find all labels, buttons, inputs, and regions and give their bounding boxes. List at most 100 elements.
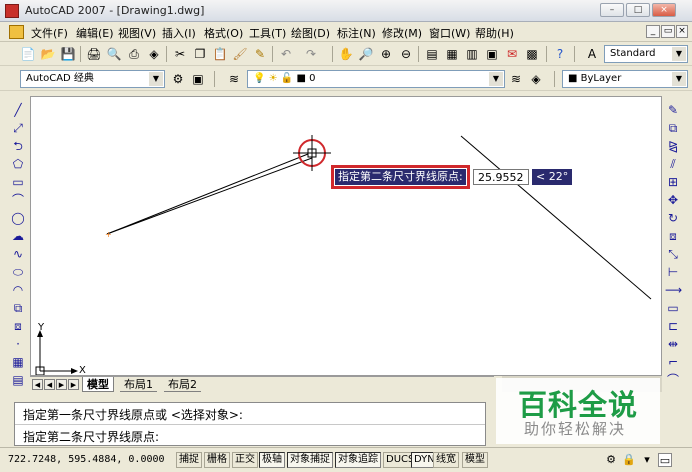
otrack-toggle[interactable]: 对象追踪	[335, 452, 381, 468]
break-icon[interactable]: ⊏	[665, 318, 681, 334]
tab-layout2[interactable]: 布局2	[164, 377, 201, 392]
save-icon[interactable]: 💾	[60, 46, 76, 62]
new-file-icon[interactable]: 📄	[20, 46, 36, 62]
model-space-toggle[interactable]: 模型	[462, 452, 488, 468]
array-icon[interactable]: ⊞	[665, 174, 681, 190]
polygon-icon[interactable]: ⬠	[10, 156, 26, 172]
layer-select[interactable]: 💡 ☀ 🔓 ■ 0 ▼	[247, 70, 505, 88]
communication-center-icon[interactable]: ⚙	[604, 453, 618, 467]
design-center-icon[interactable]: ▦	[444, 46, 460, 62]
cut-icon[interactable]: ✂	[172, 46, 188, 62]
color-select[interactable]: ■ ByLayer ▼	[562, 70, 688, 88]
ellipse-arc-icon[interactable]: ◠	[10, 282, 26, 298]
extend-icon[interactable]: ⟶	[665, 282, 682, 298]
mirror-icon[interactable]: ⧎	[665, 138, 681, 154]
stretch-icon[interactable]: ⤡	[665, 246, 681, 262]
break-at-point-icon[interactable]: ▭	[665, 300, 681, 316]
fillet-icon[interactable]: ⌒	[665, 372, 681, 388]
redo-icon[interactable]: ↷	[303, 46, 319, 62]
join-icon[interactable]: ⇹	[665, 336, 681, 352]
trim-icon[interactable]: ⊢	[665, 264, 681, 280]
zoom-realtime-icon[interactable]: 🔎	[358, 46, 374, 62]
make-layer-current-icon[interactable]: ≋	[508, 71, 524, 87]
sheet-set-icon[interactable]: ▣	[484, 46, 500, 62]
spline-icon[interactable]: ∿	[10, 246, 26, 262]
move-icon[interactable]: ✥	[665, 192, 681, 208]
make-block-icon[interactable]: ⧈	[10, 318, 26, 334]
chevron-down-icon[interactable]: ▼	[672, 72, 686, 86]
line-tool-icon[interactable]: ╱	[10, 102, 26, 118]
tool-palettes-icon[interactable]: ▥	[464, 46, 480, 62]
dimension-length-input[interactable]: 25.9552	[473, 169, 529, 185]
offset-icon[interactable]: ⫽	[665, 156, 681, 172]
3d-dwf-icon[interactable]: ◈	[146, 46, 162, 62]
menu-window[interactable]: 窗口(W)	[429, 25, 470, 41]
clean-screen-icon[interactable]: ▭	[658, 453, 672, 467]
paste-icon[interactable]: 📋	[212, 46, 228, 62]
menu-insert[interactable]: 插入(I)	[162, 25, 196, 41]
lineweight-toggle[interactable]: 线宽	[433, 452, 459, 468]
mdi-close-button[interactable]: ×	[676, 25, 688, 38]
menu-dimension[interactable]: 标注(N)	[337, 25, 376, 41]
chamfer-icon[interactable]: ⌐	[665, 354, 681, 370]
publish-icon[interactable]: ⎙	[126, 46, 142, 62]
command-prompt-line[interactable]: 指定第二条尺寸界线原点:	[23, 428, 159, 445]
hatch-icon[interactable]: ▦	[10, 354, 26, 370]
menu-draw[interactable]: 绘图(D)	[291, 25, 330, 41]
construction-line-icon[interactable]: ⤢	[10, 120, 26, 136]
menu-chevron-down-icon[interactable]: ▾	[640, 453, 654, 467]
minimize-button[interactable]: –	[600, 3, 624, 17]
revision-cloud-icon[interactable]: ☁	[10, 228, 26, 244]
autocad-app-icon[interactable]	[5, 4, 19, 18]
layer-manager-icon[interactable]: ≋	[226, 71, 242, 87]
point-icon[interactable]: ·	[10, 336, 26, 352]
menu-view[interactable]: 视图(V)	[118, 25, 156, 41]
rectangle-icon[interactable]: ▭	[10, 174, 26, 190]
menu-format[interactable]: 格式(O)	[204, 25, 243, 41]
workspace-save-icon[interactable]: ▣	[190, 71, 206, 87]
chevron-down-icon[interactable]: ▼	[149, 72, 163, 86]
close-button[interactable]: ×	[652, 3, 676, 17]
polyline-icon[interactable]: ⮌	[10, 138, 26, 154]
undo-icon[interactable]: ↶	[278, 46, 294, 62]
tab-model[interactable]: 模型	[82, 377, 114, 392]
lock-icon[interactable]: 🔒	[622, 453, 636, 467]
maximize-button[interactable]: □	[626, 3, 650, 17]
menu-edit[interactable]: 编辑(E)	[76, 25, 114, 41]
scale-icon[interactable]: ⧈	[665, 228, 681, 244]
ellipse-icon[interactable]: ⬭	[10, 264, 26, 280]
snap-toggle[interactable]: 捕捉	[176, 452, 202, 468]
document-icon[interactable]	[9, 25, 24, 39]
workspace-settings-icon[interactable]: ⚙	[170, 71, 186, 87]
text-style-icon[interactable]: A	[584, 46, 600, 62]
help-icon[interactable]: ?	[552, 46, 568, 62]
osnap-toggle[interactable]: 对象捕捉	[287, 452, 333, 468]
mdi-restore-button[interactable]: ▭	[661, 25, 675, 38]
workspace-select[interactable]: AutoCAD 经典 ▼	[20, 70, 165, 88]
mdi-minimize-button[interactable]: _	[646, 25, 660, 38]
block-editor-icon[interactable]: ✎	[252, 46, 268, 62]
text-style-select[interactable]: Standard ▼	[604, 45, 688, 63]
dimension-angle-input[interactable]: < 22°	[532, 169, 573, 185]
calculator-icon[interactable]: ▩	[524, 46, 540, 62]
menu-tools[interactable]: 工具(T)	[249, 25, 286, 41]
layer-previous-icon[interactable]: ◈	[528, 71, 544, 87]
erase-icon[interactable]: ✎	[665, 102, 681, 118]
properties-icon[interactable]: ▤	[424, 46, 440, 62]
menu-help[interactable]: 帮助(H)	[475, 25, 514, 41]
coordinate-readout[interactable]: 722.7248, 595.4884, 0.0000	[8, 454, 165, 465]
copy-icon[interactable]: ❐	[192, 46, 208, 62]
copy-object-icon[interactable]: ⧉	[665, 120, 681, 136]
tab-last-icon[interactable]: ▶	[68, 379, 79, 390]
zoom-window-icon[interactable]: ⊕	[378, 46, 394, 62]
pan-icon[interactable]: ✋	[338, 46, 354, 62]
rotate-icon[interactable]: ↻	[665, 210, 681, 226]
polar-toggle[interactable]: 极轴	[259, 452, 285, 468]
arc-icon[interactable]: ⌒	[10, 192, 26, 208]
markup-icon[interactable]: ✉	[504, 46, 520, 62]
drawn-line[interactable]	[460, 135, 652, 300]
zoom-previous-icon[interactable]: ⊖	[398, 46, 414, 62]
grid-toggle[interactable]: 栅格	[204, 452, 230, 468]
gradient-icon[interactable]: ▤	[10, 372, 26, 388]
drawing-canvas[interactable]: + Y X 指定第二条尺寸界线原点: 25.9552 < 22°	[30, 96, 662, 376]
